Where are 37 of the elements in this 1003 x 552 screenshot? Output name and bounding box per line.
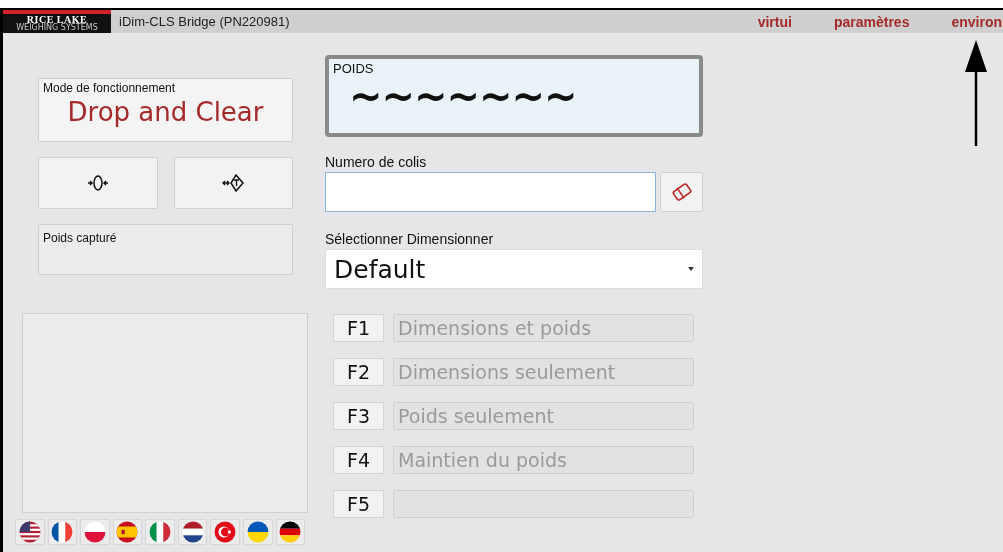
- language-button[interactable]: [275, 519, 306, 545]
- netherlands-flag-icon: [181, 521, 204, 543]
- us-flag-icon: [18, 521, 41, 543]
- parcel-label: Numero de colis: [325, 154, 428, 170]
- parcel-field[interactable]: [325, 172, 656, 212]
- eraser-icon: [669, 181, 694, 203]
- dimensioner-label: Sélectionner Dimensionner: [325, 231, 495, 247]
- ukraine-flag-icon: [246, 521, 269, 543]
- caret-icon: [688, 267, 694, 271]
- mode-label: Mode de fonctionnement: [43, 81, 177, 95]
- menu-item[interactable]: virtui: [757, 13, 792, 30]
- zero-icon: [86, 175, 109, 191]
- language-button[interactable]: [15, 519, 45, 545]
- spain-flag-icon: [116, 521, 139, 543]
- turkey-flag-icon: [214, 521, 237, 543]
- function-key: F5: [333, 490, 384, 518]
- language-button[interactable]: [47, 519, 78, 545]
- function-key: F2: [333, 358, 384, 386]
- menu-item[interactable]: environ: [951, 13, 1002, 30]
- weight-value: ~~~~~~~: [349, 76, 578, 116]
- menu-item[interactable]: paramètres: [833, 13, 910, 30]
- language-button[interactable]: [177, 519, 208, 545]
- germany-flag-icon: [279, 521, 302, 543]
- france-flag-icon: [51, 521, 74, 543]
- weight-label: POIDS: [333, 61, 375, 76]
- company-logo: RICE LAKE WEIGHING SYSTEMS: [3, 10, 111, 33]
- tare-icon: [222, 174, 245, 192]
- app-title: iDim-CLS Bridge (PN220981): [119, 14, 291, 29]
- function-key: F1: [333, 314, 384, 342]
- clear-button[interactable]: [660, 172, 703, 212]
- dimensioner-select[interactable]: Default: [325, 249, 703, 289]
- function-key: F4: [333, 446, 384, 474]
- function-key: F3: [333, 402, 384, 430]
- italy-flag-icon: [149, 521, 172, 543]
- captured-weight-label: Poids capturé: [43, 231, 117, 245]
- mode-value: Drop and Clear: [66, 97, 265, 127]
- poland-flag-icon: [83, 521, 106, 543]
